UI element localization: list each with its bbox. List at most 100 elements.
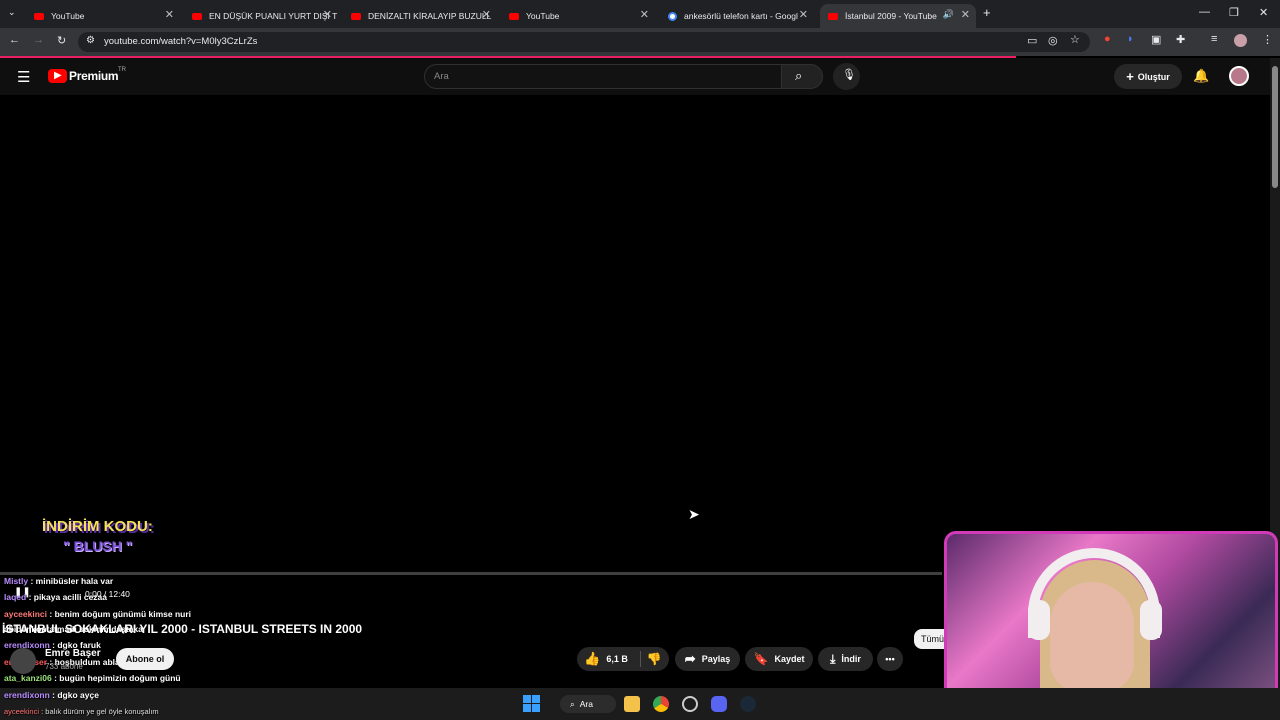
close-tab-icon[interactable]: ✕ xyxy=(640,8,649,21)
extensions-puzzle-icon[interactable]: ✚ xyxy=(1176,33,1185,46)
account-avatar[interactable] xyxy=(1229,66,1249,86)
tab-strip: ⌄ YouTube ✕ EN DÜŞÜK PUANLI YURT DIŞI T … xyxy=(0,0,1280,28)
channel-name[interactable]: Emre Başer xyxy=(45,648,101,659)
search-input[interactable] xyxy=(424,64,782,89)
extension-blue-icon[interactable]: ◗ xyxy=(1127,33,1134,45)
youtube-logo-icon[interactable]: ▶ xyxy=(48,69,67,83)
filter-chip-label: Tümü xyxy=(921,634,945,644)
site-info-icon[interactable]: ⚙ xyxy=(86,35,95,46)
tab-search-icon[interactable]: ⌄ xyxy=(8,7,16,18)
extension-red-icon[interactable]: ● xyxy=(1104,33,1111,45)
profile-avatar[interactable] xyxy=(1234,34,1247,47)
reload-icon[interactable]: ↻ xyxy=(57,34,66,47)
extension-box-icon[interactable]: ▣ xyxy=(1151,33,1161,46)
voice-search-button[interactable]: 🎙 xyxy=(833,63,860,90)
like-count: 6,1 B xyxy=(606,654,628,664)
chat-text: : balık dürüm ye gel öyle konuşalım xyxy=(39,707,159,716)
promo-title: İNDİRİM KODU: xyxy=(42,518,153,535)
chat-text: : pikaya acilli cezaa xyxy=(26,592,108,602)
tab-denizalti[interactable]: DENİZALTI KİRALAYIP BUZULL ✕ xyxy=(349,4,497,28)
bookmark-star-icon[interactable]: ☆ xyxy=(1070,33,1080,46)
restore-icon[interactable]: ❐ xyxy=(1229,6,1239,19)
tab-label: YouTube xyxy=(51,11,85,21)
chat-text: : minibüsler hala var xyxy=(28,576,114,586)
steam-icon[interactable] xyxy=(740,696,756,712)
chat-text: : benim doğum günümü kimse nuri xyxy=(47,609,192,619)
scrollbar-thumb[interactable] xyxy=(1272,66,1278,188)
chrome-icon[interactable] xyxy=(653,696,669,712)
notifications-bell-icon[interactable]: 🔔 xyxy=(1193,68,1209,84)
youtube-favicon-icon xyxy=(34,12,44,20)
chat-message: ayceekinci : benim doğum günümü kimse nu… xyxy=(4,609,191,619)
tab-label: ankesörlü telefon kartı - Googl xyxy=(684,11,798,21)
close-tab-icon[interactable]: ✕ xyxy=(961,8,970,21)
thumbs-up-icon: 👍 xyxy=(584,651,601,666)
chat-message: laqed : pikaya acilli cezaa xyxy=(4,592,107,602)
close-tab-icon[interactable]: ✕ xyxy=(323,8,332,21)
promo-overlay: İNDİRİM KODU: " BLUSH " xyxy=(16,512,186,556)
close-tab-icon[interactable]: ✕ xyxy=(165,8,174,21)
video-seek-bar[interactable] xyxy=(0,572,942,575)
tab-google[interactable]: ankesörlü telefon kartı - Googl ✕ xyxy=(666,4,814,28)
youtube-favicon-icon xyxy=(351,12,361,20)
media-control-icon[interactable]: ≡ xyxy=(1211,33,1217,45)
google-favicon-icon xyxy=(668,11,677,21)
close-tab-icon[interactable]: ✕ xyxy=(482,8,491,21)
search-button[interactable]: ⌕ xyxy=(781,64,823,89)
download-icon: ⤓ xyxy=(830,651,836,666)
back-icon[interactable]: ← xyxy=(9,34,20,46)
chat-message: ayceekinci : balık dürüm ye gel öyle kon… xyxy=(4,707,159,716)
chat-user: ayceekinci xyxy=(4,707,40,716)
share-button[interactable]: ➦ Paylaş xyxy=(675,647,740,671)
subscribe-button[interactable]: Abone ol xyxy=(116,648,174,670)
chat-text: : bugün hepimizin doğum günü xyxy=(51,673,181,683)
tab-youtube-2[interactable]: YouTube ✕ xyxy=(507,4,655,28)
new-tab-button[interactable]: + xyxy=(983,5,991,20)
windows-start-icon[interactable] xyxy=(523,695,540,712)
more-actions-button[interactable]: ••• xyxy=(877,647,903,671)
like-dislike-group: 👍 6,1 B 👎 xyxy=(577,647,669,671)
file-explorer-icon[interactable] xyxy=(624,696,640,712)
video-player[interactable] xyxy=(0,95,942,575)
minimize-icon[interactable]: — xyxy=(1199,6,1210,18)
like-button[interactable]: 👍 6,1 B xyxy=(584,651,641,667)
save-button[interactable]: 🔖 Kaydet xyxy=(745,647,813,671)
chat-message: ata_kanzi06 : bugün hepimizin doğum günü xyxy=(4,673,181,683)
speaker-icon[interactable]: 🔊 xyxy=(943,9,954,20)
close-window-icon[interactable]: ✕ xyxy=(1259,6,1268,19)
youtube-premium-logo[interactable]: Premium xyxy=(69,69,119,83)
download-label: İndir xyxy=(841,654,861,664)
youtube-favicon-icon xyxy=(192,12,202,20)
dislike-button[interactable]: 👎 xyxy=(647,652,662,666)
eye-off-icon[interactable]: ◎ xyxy=(1048,34,1058,47)
chat-message: erendixonn : dgko ayçe xyxy=(4,690,99,700)
hamburger-menu-icon[interactable]: ☰ xyxy=(17,68,30,86)
chat-user: ata_kanzi06 xyxy=(4,673,52,683)
cast-icon[interactable]: ▭ xyxy=(1027,34,1037,47)
download-button[interactable]: ⤓ İndir xyxy=(818,647,873,671)
forward-icon[interactable]: → xyxy=(33,34,44,46)
share-arrow-icon: ➦ xyxy=(684,651,696,666)
tab-label: İstanbul 2009 - YouTube xyxy=(845,11,937,21)
browser-menu-icon[interactable]: ⋮ xyxy=(1262,33,1273,46)
headset-left-cup xyxy=(1028,600,1050,640)
tab-istanbul-active[interactable]: İstanbul 2009 - YouTube 🔊 ✕ xyxy=(820,4,976,28)
obs-icon[interactable] xyxy=(682,696,698,712)
discord-icon[interactable] xyxy=(711,696,727,712)
close-tab-icon[interactable]: ✕ xyxy=(799,8,808,21)
headset-right-cup xyxy=(1140,600,1162,640)
taskbar-search[interactable]: ⌕ Ara xyxy=(560,695,616,713)
save-label: Kaydet xyxy=(774,654,805,664)
microphone-icon: 🎙 xyxy=(842,69,856,81)
tab-label: YouTube xyxy=(526,11,560,21)
chat-user: erendixonn xyxy=(4,690,50,700)
create-label: Oluştur xyxy=(1137,71,1170,82)
chat-message: Mistly : minibüsler hala var xyxy=(4,576,113,586)
tab-yurt-disi[interactable]: EN DÜŞÜK PUANLI YURT DIŞI T ✕ xyxy=(190,4,338,28)
url-text[interactable]: youtube.com/watch?v=M0ly3CzLrZs xyxy=(104,36,257,47)
tab-label: EN DÜŞÜK PUANLI YURT DIŞI T xyxy=(209,11,338,21)
create-button[interactable]: + Oluştur xyxy=(1114,64,1182,89)
chat-user: laqed xyxy=(4,592,27,602)
tab-youtube-1[interactable]: YouTube ✕ xyxy=(32,4,180,28)
channel-avatar[interactable] xyxy=(10,648,36,674)
